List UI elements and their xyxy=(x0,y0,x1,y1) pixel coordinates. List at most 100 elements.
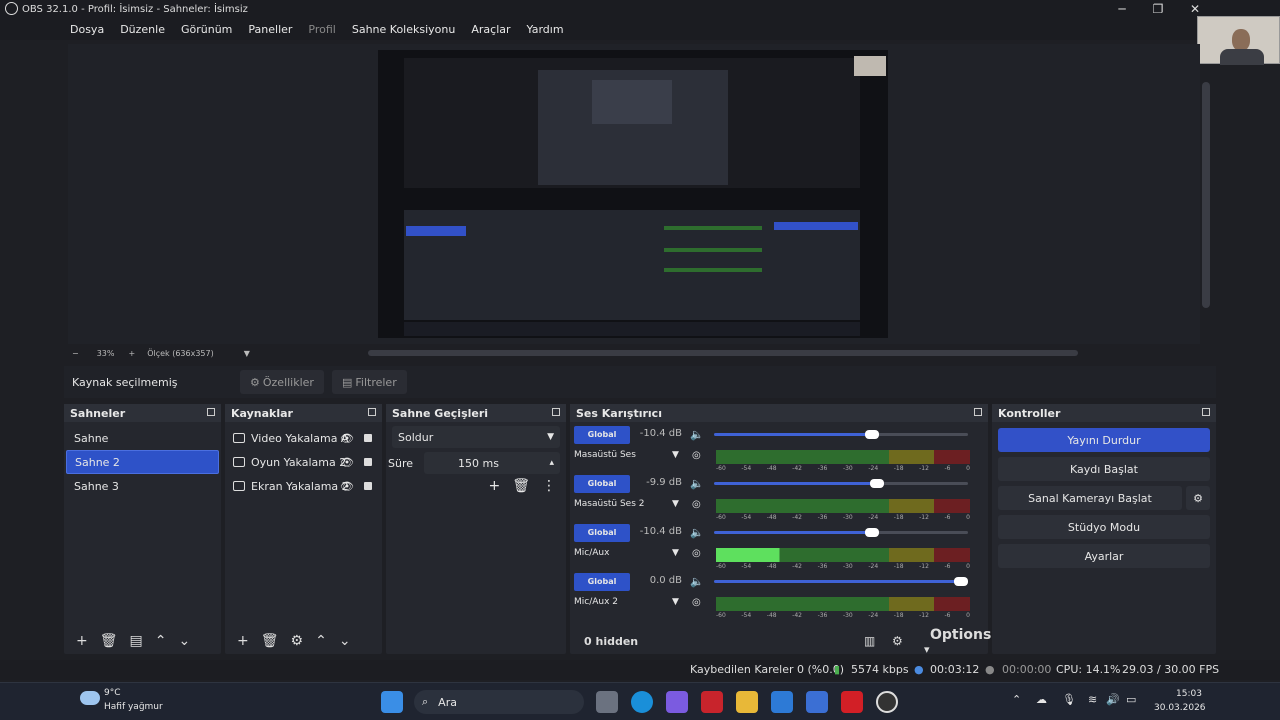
maximize-button[interactable]: ❐ xyxy=(1148,1,1168,17)
global-button[interactable]: Global xyxy=(574,573,630,591)
undock-icon[interactable] xyxy=(207,408,215,416)
global-button[interactable]: Global xyxy=(574,426,630,444)
global-button[interactable]: Global xyxy=(574,475,630,493)
eye-icon[interactable]: 👁 xyxy=(340,480,354,493)
volume-knob[interactable] xyxy=(870,479,884,488)
lightshot-icon[interactable] xyxy=(841,691,863,713)
source-item[interactable]: Oyun Yakalama 2 👁 xyxy=(225,450,382,474)
scene-filter-icon[interactable]: ▤ xyxy=(130,633,143,649)
volume-knob[interactable] xyxy=(865,430,879,439)
chevron-down-icon[interactable]: ⌄ xyxy=(339,633,351,649)
obs-icon[interactable] xyxy=(876,691,898,713)
chevron-down-icon[interactable]: ▼ xyxy=(672,499,679,509)
chevron-up-icon[interactable]: ⌃ xyxy=(155,633,167,649)
menu-paneller[interactable]: Paneller xyxy=(248,23,292,36)
add-icon[interactable]: + xyxy=(76,633,88,649)
source-item[interactable]: Video Yakalama A 👁 xyxy=(225,426,382,450)
volume-slider[interactable] xyxy=(714,479,968,488)
source-item[interactable]: Ekran Yakalama 2 👁 xyxy=(225,474,382,498)
add-icon[interactable]: + xyxy=(237,633,249,649)
scene-item-selected[interactable]: Sahne 2 xyxy=(66,450,219,474)
zoom-in-button[interactable]: + xyxy=(128,349,135,358)
filters-button[interactable]: ▤ Filtreler xyxy=(331,370,407,394)
eye-icon[interactable]: 👁 xyxy=(340,456,354,469)
transition-select[interactable]: Soldur ▼ xyxy=(392,426,560,448)
gear-icon[interactable]: ⚙ xyxy=(1186,486,1210,510)
preview-horizontal-scrollbar[interactable] xyxy=(368,350,1078,356)
volume-slider[interactable] xyxy=(714,577,968,586)
spin-arrows-icon[interactable]: ▴ xyxy=(549,458,554,468)
outlook-icon[interactable] xyxy=(771,691,793,713)
trash-icon[interactable]: 🗑 xyxy=(512,478,530,494)
menu-gorunum[interactable]: Görünüm xyxy=(181,23,232,36)
monitor-audio-icon[interactable]: ◎ xyxy=(692,548,701,559)
speaker-icon[interactable]: 🔈 xyxy=(690,575,704,588)
zoom-out-button[interactable]: − xyxy=(72,349,79,358)
start-record-button[interactable]: Kaydı Başlat xyxy=(998,457,1210,481)
menu-sahne-koleksiyonu[interactable]: Sahne Koleksiyonu xyxy=(352,23,456,36)
store-icon[interactable] xyxy=(806,691,828,713)
wifi-icon[interactable]: ≋ xyxy=(1088,693,1097,706)
microphone-icon[interactable]: 🎙 xyxy=(1062,693,1076,706)
gear-icon[interactable]: ⚙ xyxy=(291,633,304,649)
edge-icon[interactable] xyxy=(631,691,653,713)
search-box[interactable]: ⌕ Ara xyxy=(414,690,584,714)
monitor-audio-icon[interactable]: ◎ xyxy=(692,450,701,461)
chevron-up-icon[interactable]: ⌃ xyxy=(1012,693,1021,706)
volume-slider[interactable] xyxy=(714,430,968,439)
menu-profil[interactable]: Profil xyxy=(308,23,335,36)
undock-icon[interactable] xyxy=(1202,408,1210,416)
speaker-icon[interactable]: 🔈 xyxy=(690,526,704,539)
lock-icon[interactable] xyxy=(364,482,372,490)
chevron-up-icon[interactable]: ⌃ xyxy=(315,633,327,649)
scene-item[interactable]: Sahne 3 xyxy=(66,474,219,498)
task-view-icon[interactable] xyxy=(596,691,618,713)
chevron-down-icon[interactable]: ▼ xyxy=(672,450,679,460)
chevron-down-icon[interactable]: ▼ xyxy=(672,548,679,558)
battery-icon[interactable]: ▭ xyxy=(1126,693,1136,706)
volume-slider[interactable] xyxy=(714,528,968,537)
preview-canvas[interactable] xyxy=(378,50,888,338)
speaker-icon[interactable]: 🔈 xyxy=(690,428,704,441)
mcafee-icon[interactable] xyxy=(701,691,723,713)
close-button[interactable]: ✕ xyxy=(1185,1,1205,17)
layout-icon[interactable]: ▥ xyxy=(864,634,875,648)
advanced-audio-icon[interactable]: ⚙ xyxy=(892,634,903,648)
cloud-icon[interactable]: ☁ xyxy=(1036,693,1047,706)
scale-dropdown-icon[interactable]: ▼ xyxy=(244,349,250,358)
windows-start-icon[interactable] xyxy=(381,691,403,713)
speaker-icon[interactable]: 🔊 xyxy=(1106,693,1120,706)
settings-button[interactable]: Ayarlar xyxy=(998,544,1210,568)
undock-icon[interactable] xyxy=(974,408,982,416)
menu-yardim[interactable]: Yardım xyxy=(527,23,564,36)
menu-duzenle[interactable]: Düzenle xyxy=(120,23,165,36)
file-explorer-icon[interactable] xyxy=(736,691,758,713)
lock-icon[interactable] xyxy=(364,434,372,442)
undock-icon[interactable] xyxy=(368,408,376,416)
clock-time[interactable]: 15:03 xyxy=(1176,689,1202,699)
options-button[interactable]: Options ▾ xyxy=(924,627,997,656)
speaker-icon[interactable]: 🔈 xyxy=(690,477,704,490)
trash-icon[interactable]: 🗑 xyxy=(100,633,118,649)
menu-araclar[interactable]: Araçlar xyxy=(471,23,510,36)
eye-icon[interactable]: 👁 xyxy=(340,432,354,445)
lock-icon[interactable] xyxy=(364,458,372,466)
start-virtual-camera-button[interactable]: Sanal Kamerayı Başlat xyxy=(998,486,1182,510)
properties-button[interactable]: ⚙ Özellikler xyxy=(240,370,324,394)
monitor-audio-icon[interactable]: ◎ xyxy=(692,499,701,510)
volume-knob[interactable] xyxy=(954,577,968,586)
volume-knob[interactable] xyxy=(865,528,879,537)
scene-item[interactable]: Sahne xyxy=(66,426,219,450)
monitor-audio-icon[interactable]: ◎ xyxy=(692,597,701,608)
minimize-button[interactable]: ─ xyxy=(1112,1,1132,17)
chevron-down-icon[interactable]: ▼ xyxy=(672,597,679,607)
global-button[interactable]: Global xyxy=(574,524,630,542)
studio-mode-button[interactable]: Stüdyo Modu xyxy=(998,515,1210,539)
trash-icon[interactable]: 🗑 xyxy=(261,633,279,649)
clock-date[interactable]: 30.03.2026 xyxy=(1154,703,1206,713)
menu-dosya[interactable]: Dosya xyxy=(70,23,104,36)
copilot-icon[interactable] xyxy=(666,691,688,713)
stop-stream-button[interactable]: Yayını Durdur xyxy=(998,428,1210,452)
duration-spinbox[interactable]: 150 ms ▴ xyxy=(424,452,560,474)
preview-vertical-scrollbar[interactable] xyxy=(1202,82,1210,308)
